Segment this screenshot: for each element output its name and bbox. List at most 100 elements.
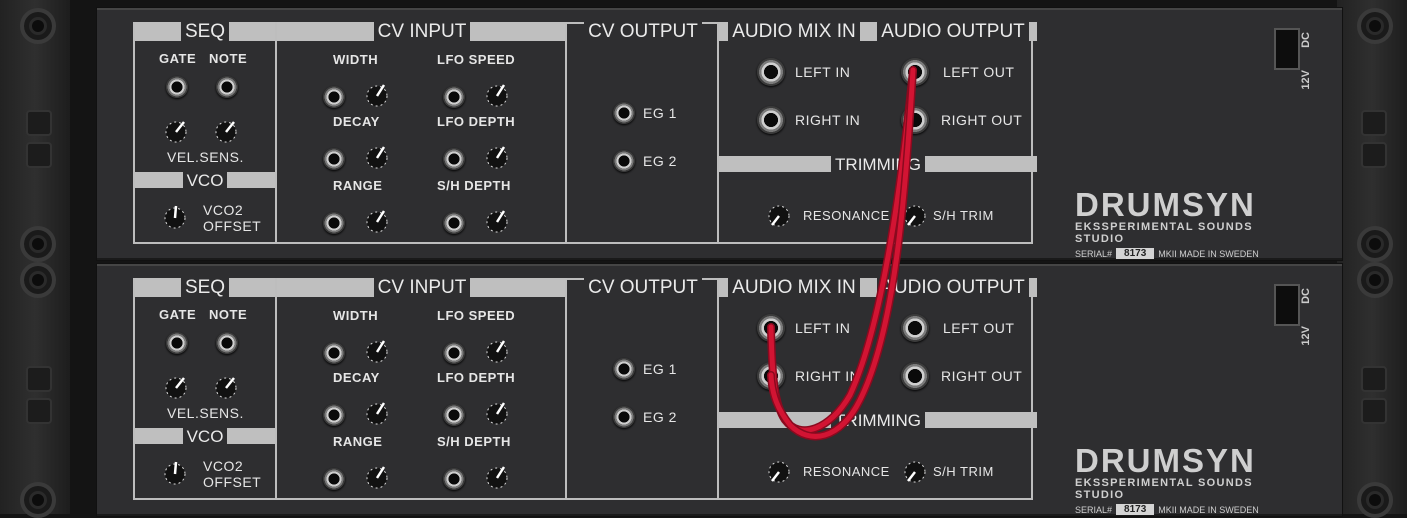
cv-output-section: CV OUTPUT EG 1 EG 2 [565, 278, 719, 498]
left-out-jack[interactable] [901, 58, 929, 86]
eg1-jack[interactable] [613, 358, 635, 380]
lfo-depth-knob[interactable] [481, 398, 513, 430]
lfo-depth-knob[interactable] [481, 142, 513, 174]
rack-screw [1357, 226, 1393, 262]
right-out-jack[interactable] [901, 362, 929, 390]
sh-depth-knob[interactable] [481, 462, 513, 494]
back-panel: SEQ GATE NOTE VEL.SENS. VCO VCO2 OFFSET … [133, 22, 1037, 244]
gate-jack[interactable] [166, 76, 188, 98]
gate-vel-sens-knob[interactable] [160, 116, 192, 148]
made-in-label: MKII MADE IN SWEDEN [1158, 248, 1259, 259]
lfo-depth-label: LFO DEPTH [437, 370, 516, 385]
section-title-seq: SEQ [180, 22, 230, 41]
dc-label: DC [1300, 32, 1312, 48]
eg1-label: EG 1 [643, 105, 677, 121]
gate-vel-sens-knob[interactable] [160, 372, 192, 404]
dc-power-socket[interactable] [1274, 28, 1300, 70]
right-in-jack[interactable] [757, 106, 785, 134]
sh-depth-knob[interactable] [481, 206, 513, 238]
drumsyn-device-1: SEQ GATE NOTE VEL.SENS. VCO VCO2 OFFSET … [97, 8, 1342, 260]
section-title-audio-mix-in: AUDIO MIX IN [728, 22, 860, 41]
seq-section: SEQ GATE NOTE VEL.SENS. VCO VCO2 OFFSET [135, 22, 275, 242]
sh-trim-label: S/H TRIM [933, 208, 994, 223]
rack-slot [1361, 142, 1387, 168]
note-vel-sens-knob[interactable] [210, 116, 242, 148]
eg2-jack[interactable] [613, 150, 635, 172]
range-knob[interactable] [361, 462, 393, 494]
right-in-label: RIGHT IN [795, 112, 861, 128]
section-title-audio-mix-in: AUDIO MIX IN [728, 278, 860, 297]
note-jack[interactable] [216, 332, 238, 354]
lfo-speed-knob[interactable] [481, 336, 513, 368]
brand-name: DRUMSYN [1075, 442, 1256, 479]
lfo-depth-jack[interactable] [443, 148, 465, 170]
left-in-jack[interactable] [757, 314, 785, 342]
resonance-label: RESONANCE [803, 464, 890, 479]
serial-label: SERIAL# [1075, 504, 1113, 515]
section-title-cv-output: CV OUTPUT [584, 278, 702, 297]
lfo-speed-jack[interactable] [443, 86, 465, 108]
section-title-cv-input: CV INPUT [373, 22, 471, 41]
width-knob[interactable] [361, 80, 393, 112]
decay-knob[interactable] [361, 398, 393, 430]
width-jack[interactable] [323, 342, 345, 364]
right-out-jack[interactable] [901, 106, 929, 134]
sh-trim-knob[interactable] [899, 200, 931, 232]
section-title-seq: SEQ [180, 278, 230, 297]
seq-section: SEQ GATE NOTE VEL.SENS. VCO VCO2 OFFSET [135, 278, 275, 498]
lfo-speed-knob[interactable] [481, 80, 513, 112]
left-in-jack[interactable] [757, 58, 785, 86]
eg2-jack[interactable] [613, 406, 635, 428]
rack-slot [26, 366, 52, 392]
left-in-label: LEFT IN [795, 64, 851, 80]
sh-depth-jack[interactable] [443, 468, 465, 490]
lfo-depth-jack[interactable] [443, 404, 465, 426]
back-panel: SEQ GATE NOTE VEL.SENS. VCO VCO2 OFFSET … [133, 278, 1037, 500]
width-label: WIDTH [333, 308, 379, 323]
rack-screw [1357, 262, 1393, 298]
range-jack[interactable] [323, 212, 345, 234]
dc-label: DC [1300, 288, 1312, 304]
brand-studio: EKSSPERIMENTAL SOUNDS STUDIO [1075, 477, 1253, 501]
lfo-speed-jack[interactable] [443, 342, 465, 364]
cv-input-section: CV INPUT WIDTH LFO SPEED DECAY LFO DEPTH… [275, 278, 567, 498]
lfo-speed-label: LFO SPEED [437, 308, 516, 323]
rack-slot [1361, 398, 1387, 424]
offset-label: OFFSET [203, 474, 262, 490]
section-title-trimming: TRIMMING [831, 154, 925, 174]
eg1-label: EG 1 [643, 361, 677, 377]
decay-jack[interactable] [323, 148, 345, 170]
range-jack[interactable] [323, 468, 345, 490]
section-title-trimming: TRIMMING [831, 410, 925, 430]
audio-section: AUDIO MIX IN AUDIO OUTPUT LEFT IN LEFT O… [717, 278, 1037, 498]
width-jack[interactable] [323, 86, 345, 108]
vco2-offset-knob[interactable] [159, 202, 191, 234]
voltage-label: 12V [1300, 326, 1312, 346]
audio-section: AUDIO MIX IN AUDIO OUTPUT LEFT IN LEFT O… [717, 22, 1037, 242]
eg1-jack[interactable] [613, 102, 635, 124]
eg2-label: EG 2 [643, 409, 677, 425]
rack-slot [1361, 110, 1387, 136]
range-label: RANGE [333, 178, 383, 193]
note-jack[interactable] [216, 76, 238, 98]
resonance-knob[interactable] [763, 200, 795, 232]
made-in-label: MKII MADE IN SWEDEN [1158, 504, 1259, 515]
left-out-jack[interactable] [901, 314, 929, 342]
range-knob[interactable] [361, 206, 393, 238]
resonance-knob[interactable] [763, 456, 795, 488]
decay-jack[interactable] [323, 404, 345, 426]
vel-sens-label: VEL.SENS. [167, 405, 244, 421]
cv-input-section: CV INPUT WIDTH LFO SPEED DECAY LFO DEPTH… [275, 22, 567, 242]
width-knob[interactable] [361, 336, 393, 368]
right-in-jack[interactable] [757, 362, 785, 390]
sh-depth-jack[interactable] [443, 212, 465, 234]
note-vel-sens-knob[interactable] [210, 372, 242, 404]
vco2-offset-knob[interactable] [159, 458, 191, 490]
sh-trim-knob[interactable] [899, 456, 931, 488]
decay-knob[interactable] [361, 142, 393, 174]
sh-depth-label: S/H DEPTH [437, 178, 511, 193]
gate-jack[interactable] [166, 332, 188, 354]
dc-power-socket[interactable] [1274, 284, 1300, 326]
right-out-label: RIGHT OUT [941, 112, 1023, 128]
range-label: RANGE [333, 434, 383, 449]
